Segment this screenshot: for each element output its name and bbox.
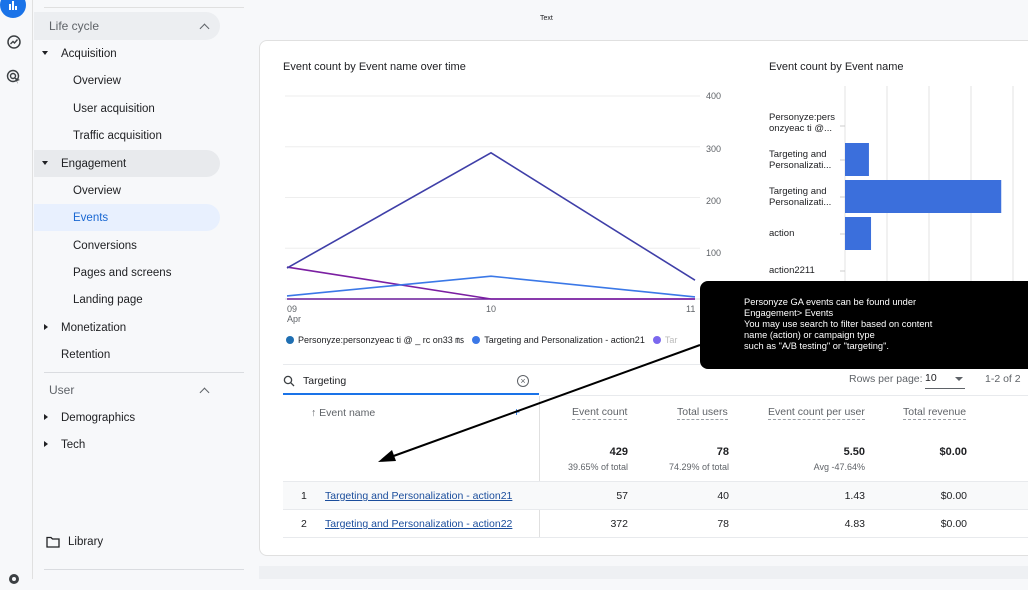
total-per-user-avg: Avg -47.64% — [813, 462, 865, 472]
total-users-percent: 74.29% of total — [668, 462, 729, 472]
divider — [540, 395, 1028, 396]
rows-per-page-select[interactable]: 10 — [925, 369, 965, 389]
table-row: 1 Targeting and Personalization - action… — [283, 482, 1028, 510]
rows-per-page-label: Rows per page: — [849, 373, 923, 385]
total-event-count: 429 — [609, 446, 628, 458]
divider — [283, 364, 703, 365]
bar-label-line: Personyze:pers — [769, 112, 836, 123]
row-index: 2 — [301, 518, 307, 530]
total-revenue: $0.00 — [939, 446, 967, 458]
bar-label-line: Targeting and — [769, 186, 827, 197]
event-count-cell: 57 — [616, 490, 628, 502]
dropdown-arrow-icon — [955, 377, 963, 381]
tooltip-line: Personyze GA events can be found under — [744, 297, 917, 307]
tooltip-line: Engagement> Events — [744, 308, 834, 318]
bar — [845, 143, 869, 176]
column-header-total-users[interactable]: Total users — [677, 406, 728, 420]
event-count-cell: 372 — [610, 518, 628, 530]
column-header-label: Event name — [319, 407, 376, 419]
row-index: 1 — [301, 490, 307, 502]
event-name-link[interactable]: Targeting and Personalization - action21 — [325, 490, 512, 502]
total-users-cell: 78 — [717, 518, 729, 530]
total-users-cell: 40 — [717, 490, 729, 502]
search-icon — [283, 375, 295, 387]
annotation-tooltip: Personyze GA events can be found under E… — [700, 281, 1028, 369]
bar-label-line: Personalizati... — [769, 159, 832, 171]
pagination-text: 1-2 of 2 — [985, 373, 1021, 385]
tooltip-line: You may use search to filter based on co… — [744, 319, 933, 329]
bottom-bar — [259, 566, 1028, 579]
clear-search-icon[interactable]: × — [517, 375, 529, 387]
event-name-link[interactable]: Targeting and Personalization - action22 — [325, 518, 512, 530]
per-user-cell: 1.43 — [844, 490, 865, 502]
revenue-cell: $0.00 — [940, 518, 967, 530]
bar — [845, 180, 1002, 213]
bar-category-label: Targeting and Personalizati... — [769, 149, 832, 171]
bar-category-label: Targeting and Personalizati... — [769, 186, 832, 208]
bar — [845, 217, 872, 250]
search-field[interactable]: × — [283, 369, 539, 395]
tooltip-line: such as "A/B testing" or "targeting". — [744, 341, 889, 351]
add-dimension-icon[interactable]: + — [513, 405, 520, 419]
column-header-total-revenue[interactable]: Total revenue — [903, 406, 967, 420]
bar-category-label: Personyze:pers onzyeac ti @... — [769, 112, 836, 134]
bar-category-label: action2211 — [769, 265, 815, 276]
table-row: 2 Targeting and Personalization - action… — [283, 510, 1028, 538]
total-per-user: 5.50 — [843, 446, 865, 458]
column-header-event-count[interactable]: Event count — [572, 406, 628, 420]
tooltip-line: name (action) or campaign type — [744, 330, 875, 340]
total-users: 78 — [716, 446, 729, 458]
rows-per-page-value: 10 — [925, 372, 937, 384]
revenue-cell: $0.00 — [940, 490, 967, 502]
bar-label-line: onzyeac ti @... — [769, 122, 832, 134]
per-user-cell: 4.83 — [844, 518, 865, 530]
search-input[interactable] — [303, 375, 503, 387]
column-header-event-count-per-user[interactable]: Event count per user — [768, 406, 865, 420]
bar-label-line: Personalizati... — [769, 196, 832, 208]
divider — [283, 537, 1028, 538]
bar-category-label: action — [769, 228, 795, 239]
total-event-count-percent: 39.65% of total — [567, 462, 628, 472]
bar-label-line: Targeting and — [769, 149, 827, 160]
column-header-event-name[interactable]: ↑ Event name — [311, 407, 375, 419]
